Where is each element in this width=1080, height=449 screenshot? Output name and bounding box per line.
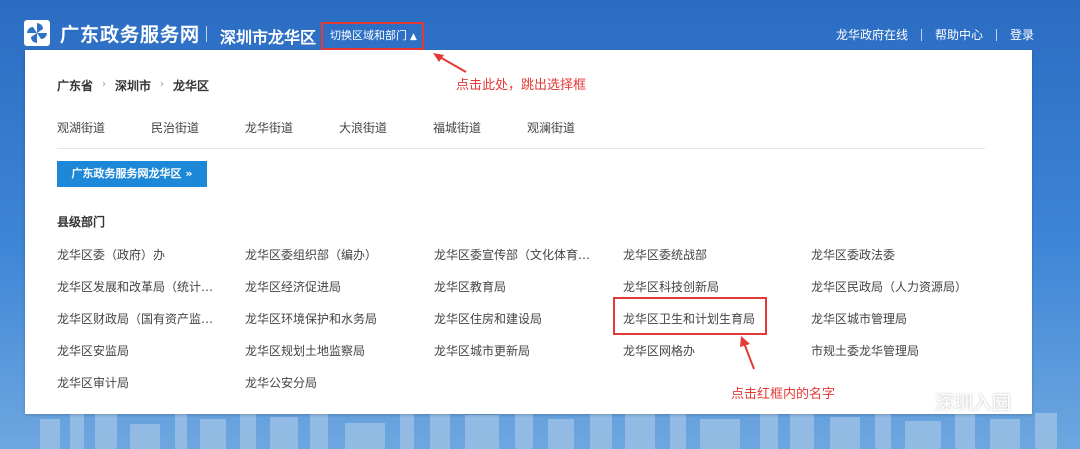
department-item[interactable]: 龙华区网格办: [623, 342, 695, 359]
department-item[interactable]: 龙华区委政法委: [811, 246, 895, 263]
breadcrumb-district[interactable]: 龙华区: [173, 77, 209, 94]
brand-title[interactable]: 广东政务服务网: [60, 20, 200, 47]
department-item[interactable]: 龙华区环境保护和水务局: [245, 310, 377, 327]
section-divider: [57, 148, 985, 149]
region-selector-panel: 广东省 › 深圳市 › 龙华区 点击此处，跳出选择框 观湖街道 民治街道 龙华街…: [25, 50, 1032, 414]
department-item[interactable]: 龙华区委统战部: [623, 246, 707, 263]
pinwheel-logo-icon: [24, 20, 50, 46]
nav-gov-online-link[interactable]: 龙华政府在线: [836, 26, 908, 43]
wechat-watermark: 深圳入园: [895, 388, 1011, 415]
department-item[interactable]: 龙华区发展和改革局（统计…: [57, 278, 213, 295]
department-item[interactable]: 龙华区审计局: [57, 374, 129, 391]
department-item[interactable]: 龙华区委组织部（编办）: [245, 246, 377, 263]
department-item[interactable]: 龙华区安监局: [57, 342, 129, 359]
street-item[interactable]: 大浪街道: [339, 119, 387, 136]
department-item[interactable]: 龙华区民政局（人力资源局）: [811, 278, 967, 295]
switch-hint-annotation: 点击此处，跳出选择框: [456, 78, 587, 93]
department-item[interactable]: 市规土委龙华管理局: [811, 342, 919, 359]
current-region: 深圳市龙华区: [220, 28, 317, 47]
switch-region-label: 切换区域和部门: [330, 29, 407, 42]
department-item[interactable]: 龙华区财政局（国有资产监…: [57, 310, 213, 327]
street-item[interactable]: 福城街道: [433, 119, 481, 136]
watermark-text: 深圳入园: [935, 392, 1012, 414]
wechat-icon: [896, 391, 927, 412]
red-highlight-box: [613, 297, 767, 335]
department-item[interactable]: 龙华区委（政府）办: [57, 246, 165, 263]
nav-login-link[interactable]: 登录: [1010, 26, 1034, 43]
breadcrumb-province[interactable]: 广东省: [57, 77, 93, 94]
top-nav: 龙华政府在线 帮助中心 登录: [836, 26, 1034, 43]
street-item[interactable]: 龙华街道: [245, 119, 293, 136]
nav-help-link[interactable]: 帮助中心: [935, 26, 983, 43]
portal-district-button[interactable]: 广东政务服务网龙华区 »: [57, 161, 207, 187]
red-arrow-annotation-icon: [740, 336, 755, 370]
department-item[interactable]: 龙华区科技创新局: [623, 278, 719, 295]
department-item[interactable]: 龙华区住房和建设局: [434, 310, 542, 327]
breadcrumb: 广东省 › 深圳市 › 龙华区: [57, 77, 209, 94]
nav-divider: [920, 28, 922, 41]
chevron-right-icon: ›: [160, 79, 165, 90]
department-item[interactable]: 龙华区经济促进局: [245, 278, 341, 295]
department-item[interactable]: 龙华区城市更新局: [434, 342, 530, 359]
department-item[interactable]: 龙华区城市管理局: [811, 310, 907, 327]
dept-hint-annotation: 点击红框内的名字: [731, 387, 836, 402]
switch-region-button[interactable]: 切换区域和部门 ▲: [321, 22, 424, 50]
nav-divider: [995, 28, 997, 41]
street-item[interactable]: 观湖街道: [57, 119, 105, 136]
header-separator: [206, 26, 207, 42]
department-item[interactable]: 龙华公安分局: [245, 374, 317, 391]
street-item[interactable]: 民治街道: [151, 119, 199, 136]
breadcrumb-city[interactable]: 深圳市: [115, 77, 151, 94]
department-item[interactable]: 龙华区委宣传部（文化体育…: [434, 246, 590, 263]
chevron-up-icon: ▲: [410, 32, 417, 42]
county-departments-title: 县级部门: [57, 215, 106, 229]
chevron-right-icon: ›: [102, 79, 107, 90]
department-item[interactable]: 龙华区规划土地监察局: [245, 342, 365, 359]
street-item[interactable]: 观澜街道: [527, 119, 575, 136]
department-item[interactable]: 龙华区教育局: [434, 278, 506, 295]
